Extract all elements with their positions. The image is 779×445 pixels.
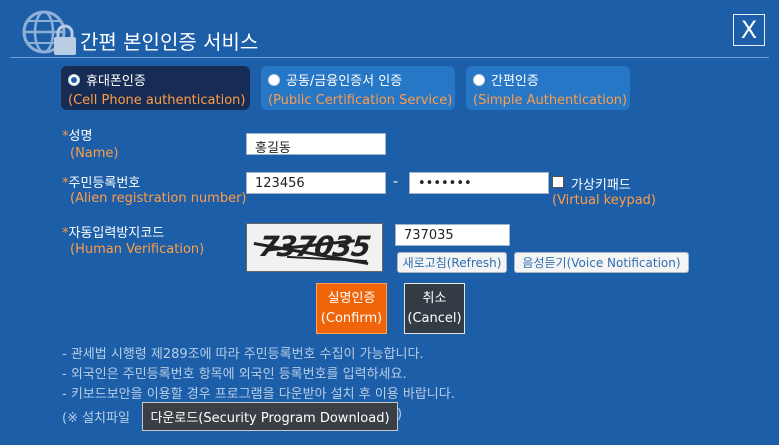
virtual-keypad-sublabel: (Virtual keypad) [552, 193, 656, 208]
virtual-keypad-checkbox[interactable] [552, 176, 564, 188]
name-label: *성명 [62, 129, 93, 144]
cancel-button-label: 취소 [422, 290, 447, 306]
tab-sublabel: (Simple Authentication) [473, 93, 628, 108]
install-notice: (※ 설치파일 [62, 411, 130, 426]
cancel-button-sublabel: (Cancel) [407, 310, 462, 326]
name-sublabel: (Name) [70, 146, 119, 161]
cancel-button[interactable]: 취소 (Cancel) [404, 283, 465, 334]
globe-lock-icon [22, 10, 76, 55]
regno-second-input[interactable]: ••••••• [409, 172, 549, 194]
name-input[interactable]: 홍길동 [246, 133, 386, 156]
regno-sublabel: (Alien registration number) [70, 191, 247, 206]
radio-cell-phone[interactable] [68, 73, 80, 86]
confirm-button[interactable]: 실명인증 (Confirm) [316, 283, 387, 334]
install-notice-close: ) [397, 407, 403, 422]
notice-line: - 외국인은 주민등록번호 항목에 외국인 등록번호를 입력하세요. [62, 367, 407, 382]
confirm-button-label: 실명인증 [327, 290, 376, 306]
radio-simple[interactable] [473, 73, 485, 86]
tab-sublabel: (Cell Phone authentication) [68, 93, 246, 108]
auth-dialog: 간편 본인인증 서비스 X 휴대폰인증 (Cell Phone authenti… [0, 0, 779, 445]
voice-captcha-button[interactable]: 음성듣기(Voice Notification) [514, 252, 689, 273]
virtual-keypad-label: 가상키패드 [571, 178, 631, 193]
close-button[interactable]: X [733, 14, 765, 46]
captcha-label: *자동입력방지코드 [62, 226, 165, 241]
regno-label: *주민등록번호 [62, 176, 141, 191]
title-divider [10, 57, 769, 58]
tab-label: 휴대폰인증 [86, 74, 146, 89]
tab-cell-phone[interactable]: 휴대폰인증 (Cell Phone authentication) [61, 66, 250, 110]
regno-dash: - [393, 174, 399, 190]
radio-certificate[interactable] [268, 73, 280, 86]
security-program-download-link[interactable]: 다운로드(Security Program Download) [142, 402, 398, 431]
tab-label: 공동/금융인증서 인증 [286, 74, 403, 89]
regno-first-input[interactable]: 123456 [246, 172, 386, 194]
refresh-captcha-button[interactable]: 새로고침(Refresh) [397, 252, 507, 273]
tab-label: 간편인증 [491, 74, 539, 89]
dialog-title: 간편 본인인증 서비스 [80, 30, 259, 54]
captcha-input[interactable]: 737035 [395, 224, 510, 246]
tab-certificate[interactable]: 공동/금융인증서 인증 (Public Certification Servic… [261, 66, 455, 110]
captcha-sublabel: (Human Verification) [70, 242, 205, 257]
tab-sublabel: (Public Certification Service) [268, 93, 453, 108]
tab-simple[interactable]: 간편인증 (Simple Authentication) [466, 66, 630, 110]
title-bar: 간편 본인인증 서비스 X [0, 0, 779, 60]
notice-line: - 관세법 시행령 제289조에 따라 주민등록번호 수집이 가능합니다. [62, 347, 424, 362]
notice-line: - 키보드보안을 이용할 경우 프로그램을 다운받아 설치 후 이용 바랍니다. [62, 387, 455, 402]
confirm-button-sublabel: (Confirm) [320, 310, 383, 326]
captcha-image: 737035 [246, 223, 383, 272]
